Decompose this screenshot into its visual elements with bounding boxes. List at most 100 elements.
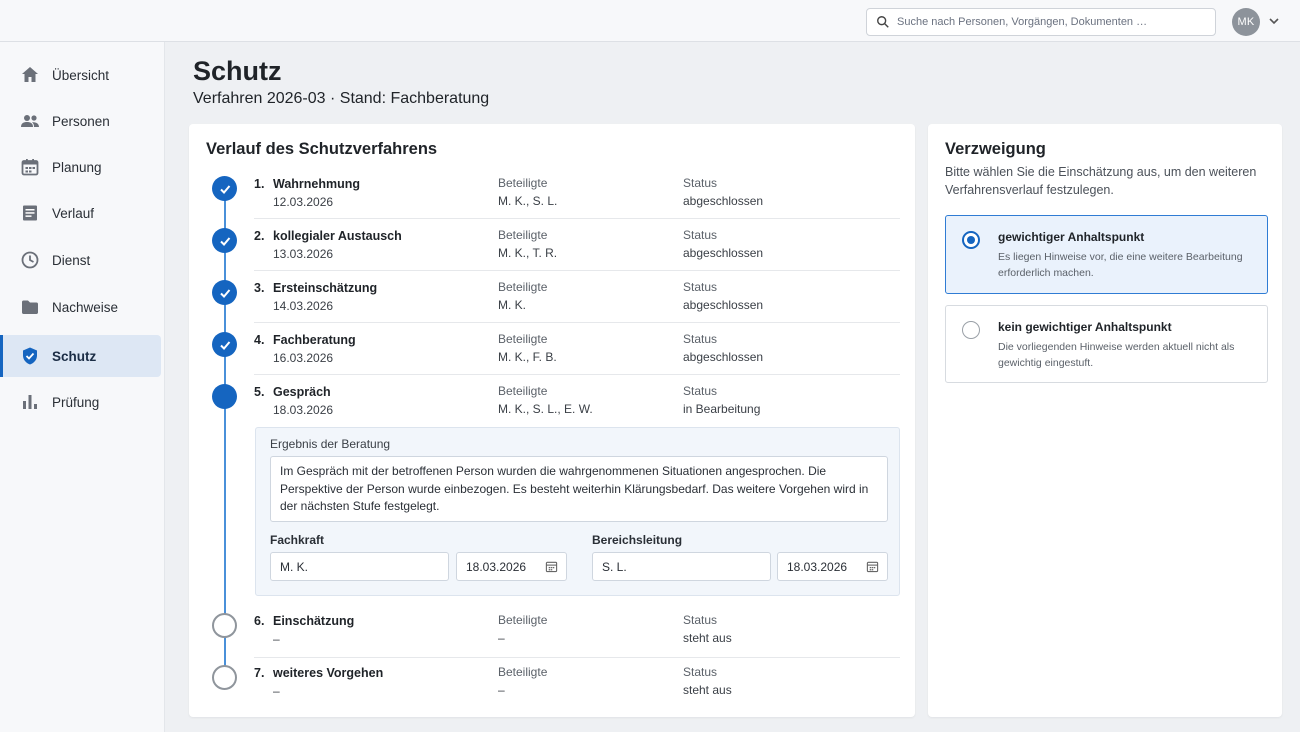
status-label: Status: [683, 613, 718, 627]
radio-selected[interactable]: [962, 231, 980, 249]
step-open-marker: [212, 613, 237, 638]
people-icon: [21, 115, 39, 127]
sidebar-item-label: Verlauf: [52, 205, 95, 221]
sidebar-item-uebersicht[interactable]: Übersicht: [0, 54, 161, 96]
sidebar-item-planung[interactable]: Planung: [0, 146, 161, 188]
step-date: –: [273, 684, 280, 698]
step-name: Einschätzung: [273, 614, 355, 628]
leitung-label: Bereichsleitung: [592, 533, 683, 547]
sidebar-item-label: Übersicht: [52, 67, 110, 83]
check-icon: [219, 288, 230, 298]
option-description: Es liegen Hinweise vor, die eine weitere…: [998, 251, 1243, 279]
timeline-step-2[interactable]: 2. kollegialer Austausch 13.03.2026 Bete…: [212, 227, 902, 279]
search-input[interactable]: Suche nach Personen, Vorgängen, Dokument…: [866, 8, 1216, 36]
row-divider: [254, 374, 900, 375]
participants-label: Beteiligte: [498, 280, 548, 294]
timeline-step-7[interactable]: 7. weiteres Vorgehen – Beteiligte – Stat…: [212, 664, 902, 716]
step-name: kollegialer Austausch: [273, 229, 402, 243]
step-date: 18.03.2026: [273, 403, 334, 417]
step-name: Wahrnehmung: [273, 177, 361, 191]
step-done-marker: [212, 332, 237, 357]
timeline-step-4[interactable]: 4. Fachberatung 16.03.2026 Beteiligte M.…: [212, 331, 902, 383]
page-subtitle: Verfahren 2026-03 · Stand: Fachberatung: [193, 90, 490, 107]
home-icon: [22, 67, 38, 82]
participants-value: –: [498, 631, 505, 645]
result-textarea[interactable]: Im Gespräch mit der betroffenen Person w…: [270, 456, 888, 522]
step-date: 12.03.2026: [273, 195, 334, 209]
document-icon: [23, 205, 37, 221]
step-name: Gespräch: [273, 385, 331, 399]
status-label: Status: [683, 665, 718, 679]
participants-value: M. K., F. B.: [498, 350, 557, 364]
sidebar-item-dienst[interactable]: Dienst: [0, 239, 161, 281]
timeline-step-1[interactable]: 1. Wahrnehmung 12.03.2026 Beteiligte M. …: [212, 175, 902, 227]
status-value: steht aus: [683, 683, 732, 697]
step-done-marker: [212, 176, 237, 201]
check-icon: [219, 340, 230, 350]
option-gewichtiger-anhaltspunkt[interactable]: gewichtiger Anhaltspunkt Es liegen Hinwe…: [945, 215, 1268, 294]
calendar-icon: [21, 159, 39, 176]
calendar-icon[interactable]: [545, 560, 558, 573]
step-number: 2.: [254, 229, 265, 243]
sidebar-item-label: Nachweise: [52, 299, 119, 315]
procedure-title: Verlauf des Schutzverfahrens: [206, 140, 438, 158]
fachkraft-date-input[interactable]: 18.03.2026: [456, 552, 567, 581]
fachkraft-input[interactable]: M. K.: [270, 552, 449, 581]
option-kein-gewichtiger-anhaltspunkt[interactable]: kein gewichtiger Anhaltspunkt Die vorlie…: [945, 305, 1268, 383]
status-value: abgeschlossen: [683, 246, 764, 260]
chevron-down-icon[interactable]: [1268, 15, 1280, 27]
participants-label: Beteiligte: [498, 613, 548, 627]
step-date: 14.03.2026: [273, 299, 334, 313]
participants-label: Beteiligte: [498, 176, 548, 190]
sidebar-item-nachweise[interactable]: Nachweise: [0, 286, 161, 328]
status-value: steht aus: [683, 631, 732, 645]
participants-value: M. K., T. R.: [498, 246, 558, 260]
row-divider: [254, 657, 900, 658]
calendar-icon[interactable]: [866, 560, 879, 573]
row-divider: [254, 218, 900, 219]
avatar[interactable]: MK: [1232, 8, 1260, 36]
branching-description: Bitte wählen Sie die Einschätzung aus, u…: [945, 165, 1257, 197]
sidebar-item-schutz[interactable]: Schutz: [0, 335, 161, 377]
status-label: Status: [683, 228, 718, 242]
row-divider: [254, 270, 900, 271]
participants-value: M. K.: [498, 298, 527, 312]
timeline-step-3[interactable]: 3. Ersteinschätzung 14.03.2026 Beteiligt…: [212, 279, 902, 331]
step-done-marker: [212, 280, 237, 305]
participants-value: M. K., S. L., E. W.: [498, 402, 593, 416]
branching-card: [928, 124, 1282, 717]
step-number: 4.: [254, 333, 265, 347]
participants-value: M. K., S. L.: [498, 194, 558, 208]
status-value: abgeschlossen: [683, 194, 764, 208]
sidebar-item-label: Prüfung: [52, 394, 100, 410]
result-label: Ergebnis der Beratung: [270, 437, 391, 451]
step-number: 6.: [254, 614, 265, 628]
step-number: 1.: [254, 177, 265, 191]
check-icon: [219, 184, 230, 194]
row-divider: [254, 322, 900, 323]
top-bar: Suche nach Personen, Vorgängen, Dokument…: [0, 0, 1300, 42]
step-name: Fachberatung: [273, 333, 356, 347]
status-value: abgeschlossen: [683, 298, 764, 312]
radio-unselected[interactable]: [962, 321, 980, 339]
status-value: abgeschlossen: [683, 350, 764, 364]
participants-label: Beteiligte: [498, 665, 548, 679]
check-icon: [219, 236, 230, 246]
leitung-input[interactable]: S. L.: [592, 552, 771, 581]
sidebar-item-label: Dienst: [52, 252, 91, 268]
step-name: weiteres Vorgehen: [273, 666, 384, 680]
search-placeholder: Suche nach Personen, Vorgängen, Dokument…: [897, 16, 1148, 28]
sidebar-item-verlauf[interactable]: Verlauf: [0, 192, 161, 234]
leitung-date-input[interactable]: 18.03.2026: [777, 552, 888, 581]
leitung-date-value: 18.03.2026: [787, 559, 848, 574]
fachkraft-value: M. K.: [280, 559, 309, 574]
sidebar-item-pruefung[interactable]: Prüfung: [0, 381, 161, 423]
sidebar-item-personen[interactable]: Personen: [0, 100, 161, 142]
consultation-result-panel: Ergebnis der Beratung Im Gespräch mit de…: [255, 427, 900, 596]
status-label: Status: [683, 332, 718, 346]
fachkraft-date-value: 18.03.2026: [466, 559, 527, 574]
sidebar: Übersicht Personen Planung Verlauf Diens…: [0, 42, 165, 732]
step-name: Ersteinschätzung: [273, 281, 378, 295]
step-number: 7.: [254, 666, 265, 680]
option-title: gewichtiger Anhaltspunkt: [998, 230, 1145, 244]
